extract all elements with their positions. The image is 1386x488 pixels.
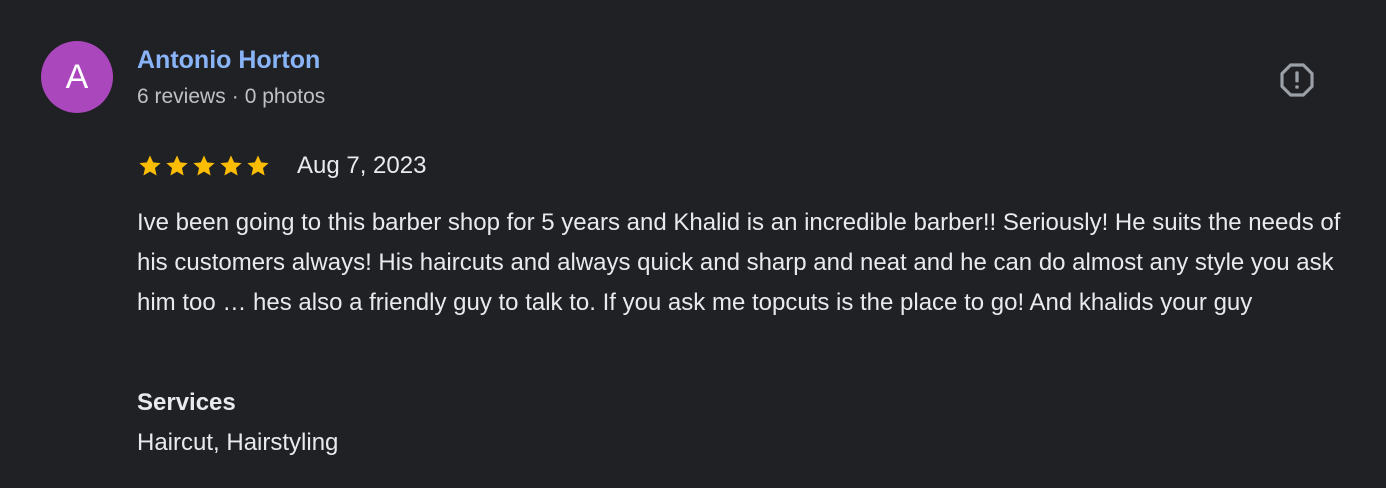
star-filled-icon — [220, 155, 242, 176]
review-text: Ive been going to this barber shop for 5… — [137, 209, 1341, 316]
star-filled-icon — [139, 155, 161, 176]
photos-count: 0 photos — [244, 85, 326, 108]
services-heading: Services — [137, 389, 236, 416]
avatar[interactable]: A — [41, 41, 113, 113]
rating-row: Aug 7, 2023 — [137, 150, 426, 182]
reviews-count: 6 reviews — [137, 85, 226, 108]
report-flag-icon — [1280, 63, 1314, 97]
meta-separator: · — [231, 85, 239, 108]
services-list: Haircut, Hairstyling — [137, 429, 339, 456]
report-review-button[interactable] — [1276, 59, 1318, 101]
avatar-initial: A — [65, 58, 89, 96]
reviewer-meta: 6 reviews · 0 photos — [137, 84, 325, 110]
reviewer-name-link[interactable]: Antonio Horton — [137, 45, 320, 75]
star-rating — [137, 153, 271, 179]
review-card: A Antonio Horton 6 reviews · 0 photos Aug … — [0, 0, 1386, 488]
star-filled-icon — [166, 155, 188, 176]
review-date: Aug 7, 2023 — [297, 152, 427, 179]
star-filled-icon — [247, 155, 269, 176]
star-filled-icon — [193, 155, 215, 176]
